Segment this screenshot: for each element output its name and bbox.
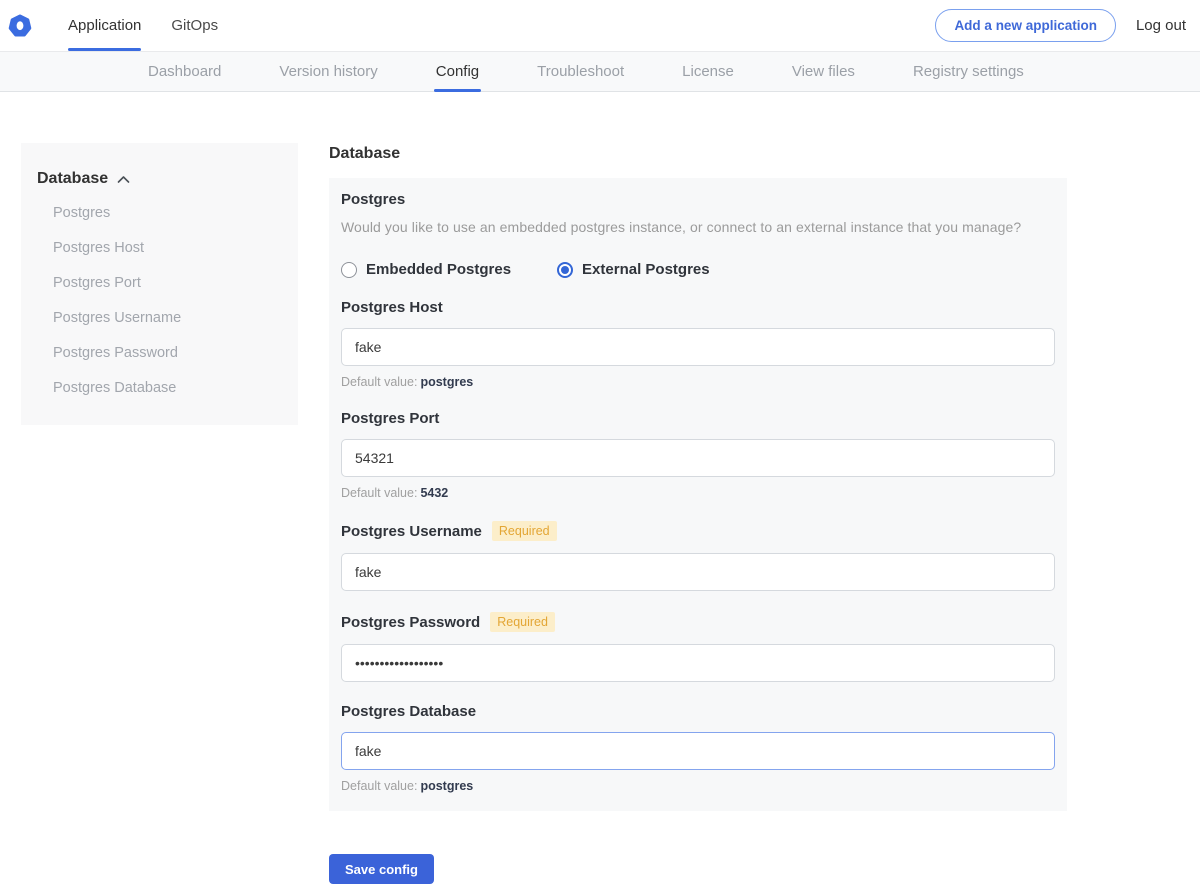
group-title-postgres: Postgres	[341, 191, 1055, 208]
subnav-troubleshoot-label: Troubleshoot	[537, 63, 624, 80]
config-main: Database Postgres Would you like to use …	[329, 143, 1067, 884]
postgres-username-required-badge: Required	[492, 521, 557, 541]
sidebar-item-postgres-database[interactable]: Postgres Database	[37, 378, 282, 398]
postgres-database-help: Default value:postgres	[341, 779, 1055, 793]
postgres-host-default-prefix: Default value:	[341, 375, 417, 389]
postgres-port-label: Postgres Port	[341, 410, 439, 427]
subnav-license-label: License	[682, 63, 734, 80]
config-content: Database Postgres Postgres Host Postgres…	[0, 92, 1200, 884]
postgres-password-input[interactable]	[341, 644, 1055, 682]
postgres-database-label: Postgres Database	[341, 703, 476, 720]
postgres-database-default-prefix: Default value:	[341, 779, 417, 793]
tab-gitops-label: GitOps	[171, 17, 218, 34]
subnav-view-files-label: View files	[792, 63, 855, 80]
radio-external-postgres-label: External Postgres	[582, 261, 710, 278]
postgres-host-default-value: postgres	[420, 375, 473, 389]
subnav-item-config[interactable]: Config	[436, 52, 479, 91]
radio-embedded-postgres-label: Embedded Postgres	[366, 261, 511, 278]
sidebar-group-database[interactable]: Database	[37, 170, 282, 188]
subnav-dashboard-label: Dashboard	[148, 63, 221, 80]
add-new-application-button[interactable]: Add a new application	[935, 9, 1116, 42]
postgres-host-input[interactable]	[341, 328, 1055, 366]
postgres-password-required-badge: Required	[490, 612, 555, 632]
tab-gitops[interactable]: GitOps	[171, 0, 218, 51]
app-header: Application GitOps Add a new application…	[0, 0, 1200, 52]
subnav-config-label: Config	[436, 63, 479, 80]
save-config-button[interactable]: Save config	[329, 854, 434, 884]
field-postgres-port: Postgres Port Default value:5432	[341, 410, 1055, 500]
subnav-registry-settings-label: Registry settings	[913, 63, 1024, 80]
postgres-host-help: Default value:postgres	[341, 375, 1055, 389]
postgres-mode-radio-group: Embedded Postgres External Postgres	[341, 261, 1055, 278]
config-sidebar: Database Postgres Postgres Host Postgres…	[21, 143, 298, 425]
postgres-password-label: Postgres Password	[341, 614, 480, 631]
subnav-item-version-history[interactable]: Version history	[279, 52, 377, 91]
header-tabs: Application GitOps	[68, 0, 248, 51]
header-actions: Add a new application Log out	[935, 0, 1200, 51]
logout-link[interactable]: Log out	[1136, 17, 1186, 34]
subnav-item-view-files[interactable]: View files	[792, 52, 855, 91]
sidebar-item-postgres[interactable]: Postgres	[37, 203, 282, 223]
sidebar-item-postgres-username[interactable]: Postgres Username	[37, 308, 282, 328]
radio-embedded-postgres[interactable]: Embedded Postgres	[341, 261, 511, 278]
field-postgres-username: Postgres Username Required	[341, 521, 1055, 591]
postgres-database-default-value: postgres	[420, 779, 473, 793]
section-title: Database	[329, 145, 1067, 163]
postgres-port-default-value: 5432	[420, 486, 448, 500]
subnav-item-dashboard[interactable]: Dashboard	[148, 52, 221, 91]
kots-logo-icon	[8, 14, 32, 38]
sidebar-item-postgres-port[interactable]: Postgres Port	[37, 273, 282, 293]
field-postgres-database: Postgres Database Default value:postgres	[341, 703, 1055, 793]
postgres-database-input[interactable]	[341, 732, 1055, 770]
tab-application-label: Application	[68, 17, 141, 34]
postgres-port-default-prefix: Default value:	[341, 486, 417, 500]
app-subnav: Dashboard Version history Config Trouble…	[0, 52, 1200, 92]
postgres-host-label: Postgres Host	[341, 299, 443, 316]
postgres-port-input[interactable]	[341, 439, 1055, 477]
subnav-version-history-label: Version history	[279, 63, 377, 80]
tab-application[interactable]: Application	[68, 0, 141, 51]
radio-external-postgres-circle[interactable]	[557, 262, 573, 278]
group-description: Would you like to use an embedded postgr…	[341, 219, 1055, 235]
postgres-port-help: Default value:5432	[341, 486, 1055, 500]
subnav-item-troubleshoot[interactable]: Troubleshoot	[537, 52, 624, 91]
sidebar-item-postgres-host[interactable]: Postgres Host	[37, 238, 282, 258]
config-group-panel: Postgres Would you like to use an embedd…	[329, 178, 1067, 811]
radio-external-postgres[interactable]: External Postgres	[557, 261, 710, 278]
radio-embedded-postgres-circle[interactable]	[341, 262, 357, 278]
postgres-username-label: Postgres Username	[341, 523, 482, 540]
chevron-up-icon	[117, 175, 130, 184]
field-postgres-password: Postgres Password Required	[341, 612, 1055, 682]
subnav-item-registry-settings[interactable]: Registry settings	[913, 52, 1024, 91]
subnav-item-license[interactable]: License	[682, 52, 734, 91]
postgres-username-input[interactable]	[341, 553, 1055, 591]
sidebar-item-postgres-password[interactable]: Postgres Password	[37, 343, 282, 363]
sidebar-group-database-label: Database	[37, 170, 108, 188]
field-postgres-host: Postgres Host Default value:postgres	[341, 299, 1055, 389]
app-logo	[8, 0, 32, 51]
